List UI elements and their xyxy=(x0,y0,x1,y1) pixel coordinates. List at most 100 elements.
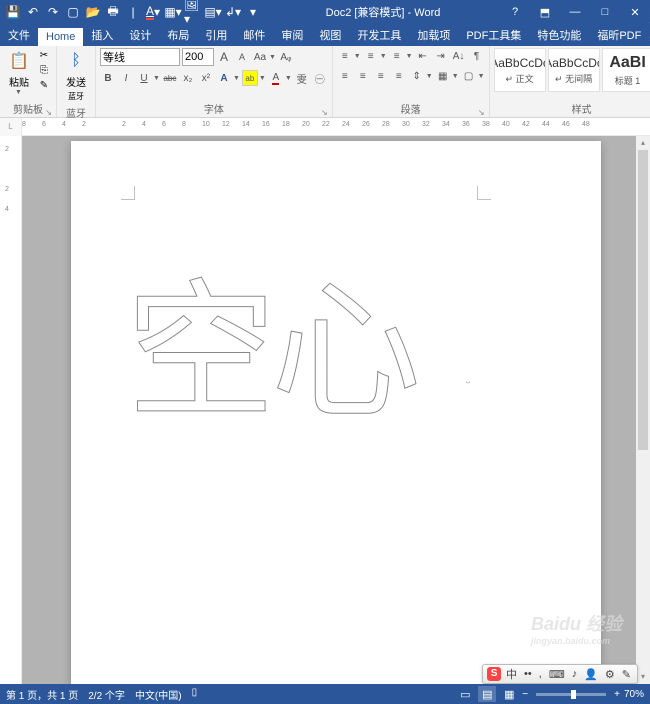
status-insert-mode[interactable]: ▯ xyxy=(192,687,198,702)
tab-mailings[interactable]: 邮件 xyxy=(235,24,273,46)
align-right-button[interactable]: ≡ xyxy=(373,68,389,84)
align-center-button[interactable]: ≡ xyxy=(355,68,371,84)
minimize-icon[interactable]: — xyxy=(560,0,590,24)
line-spacing-button[interactable]: ⇕ xyxy=(409,68,425,84)
scroll-thumb[interactable] xyxy=(638,150,648,450)
qat-more-icon[interactable]: ▾ xyxy=(244,3,262,21)
tab-references[interactable]: 引用 xyxy=(197,24,235,46)
text-effects-button[interactable]: A xyxy=(216,70,232,86)
zoom-handle[interactable] xyxy=(571,690,576,699)
scroll-up-icon[interactable]: ▴ xyxy=(636,136,650,150)
copy-button[interactable]: ⎘ xyxy=(36,63,52,77)
align-left-button[interactable]: ≡ xyxy=(337,68,353,84)
tab-developer[interactable]: 开发工具 xyxy=(349,24,409,46)
tab-layout[interactable]: 布局 xyxy=(159,24,197,46)
enclose-button[interactable]: ㊀ xyxy=(312,70,328,86)
strike-button[interactable]: abc xyxy=(162,70,178,86)
style-heading1[interactable]: AaBI标题 1 xyxy=(602,48,650,92)
redo-icon[interactable]: ↷ xyxy=(44,3,62,21)
zoom-slider[interactable] xyxy=(536,693,606,696)
ime-user-icon[interactable]: 👤 xyxy=(582,668,600,681)
page[interactable]: 空心 ˽ xyxy=(71,141,601,684)
underline-button[interactable]: U xyxy=(136,70,152,86)
qat-font-color-icon[interactable]: A▾ xyxy=(144,3,162,21)
qat-table-icon[interactable]: ▦▾ xyxy=(164,3,182,21)
help-icon[interactable]: ? xyxy=(500,0,530,24)
tab-insert[interactable]: 插入 xyxy=(83,24,121,46)
increase-indent-button[interactable]: ⇥ xyxy=(433,48,449,64)
shading-button[interactable]: ▦ xyxy=(435,68,451,84)
tab-view[interactable]: 视图 xyxy=(311,24,349,46)
save-icon[interactable]: 💾 xyxy=(4,3,22,21)
tab-review[interactable]: 审阅 xyxy=(273,24,311,46)
tab-foxit-pdf[interactable]: 福昕PDF xyxy=(589,24,649,46)
cut-button[interactable]: ✂ xyxy=(36,48,52,62)
sort-button[interactable]: A↓ xyxy=(451,48,467,64)
ime-comma[interactable]: , xyxy=(537,668,544,680)
decrease-indent-button[interactable]: ⇤ xyxy=(415,48,431,64)
subscript-button[interactable]: x₂ xyxy=(180,70,196,86)
dialog-launcher-icon[interactable]: ↘ xyxy=(45,108,52,117)
style-no-spacing[interactable]: AaBbCcDc↵ 无间隔 xyxy=(548,48,600,92)
zoom-out-button[interactable]: − xyxy=(522,689,528,700)
show-marks-button[interactable]: ¶ xyxy=(469,48,485,64)
status-language[interactable]: 中文(中国) xyxy=(135,687,182,702)
vertical-scrollbar[interactable]: ▴ ▾ xyxy=(636,136,650,684)
numbering-button[interactable]: ≡ xyxy=(363,48,379,64)
tab-home[interactable]: Home xyxy=(38,28,83,46)
ime-skin-icon[interactable]: ✎ xyxy=(620,668,633,681)
qat-wrap-icon[interactable]: ↲▾ xyxy=(224,3,242,21)
maximize-icon[interactable]: □ xyxy=(590,0,620,24)
superscript-button[interactable]: x² xyxy=(198,70,214,86)
tab-file[interactable]: 文件 xyxy=(0,24,38,46)
scroll-down-icon[interactable]: ▾ xyxy=(636,670,650,684)
multilevel-button[interactable]: ≡ xyxy=(389,48,405,64)
format-painter-button[interactable]: ✎ xyxy=(36,78,52,92)
tab-features[interactable]: 特色功能 xyxy=(529,24,589,46)
ime-keyboard-icon[interactable]: ⌨ xyxy=(547,668,567,681)
open-icon[interactable]: 📂 xyxy=(84,3,102,21)
view-read-icon[interactable]: ▭ xyxy=(456,686,474,702)
zoom-level[interactable]: 70% xyxy=(624,689,644,700)
ime-toolbar[interactable]: S 中 •• , ⌨ ♪ 👤 ⚙ ✎ xyxy=(482,664,638,684)
clear-format-button[interactable]: Aᵩ xyxy=(278,49,294,65)
bullets-button[interactable]: ≡ xyxy=(337,48,353,64)
ime-lang[interactable]: 中 xyxy=(504,666,519,682)
dialog-launcher-icon[interactable]: ↘ xyxy=(478,108,485,117)
zoom-in-button[interactable]: + xyxy=(614,689,620,700)
ime-settings-icon[interactable]: ⚙ xyxy=(603,668,617,681)
ruler-h-scale[interactable]: 8642246810121416182022242628303234363840… xyxy=(22,118,650,135)
dialog-launcher-icon[interactable]: ↘ xyxy=(321,108,328,117)
tab-design[interactable]: 设计 xyxy=(121,24,159,46)
sogou-logo-icon[interactable]: S xyxy=(487,667,501,681)
paste-button[interactable]: 📋 粘贴 ▼ xyxy=(4,48,34,98)
font-size-combo[interactable] xyxy=(182,48,214,66)
justify-button[interactable]: ≡ xyxy=(391,68,407,84)
highlight-button[interactable]: ab xyxy=(242,70,258,86)
tab-addins[interactable]: 加载项 xyxy=(409,24,458,46)
print-icon[interactable]: 🖶 xyxy=(104,3,122,21)
document-text[interactable]: 空心 xyxy=(126,231,416,448)
view-print-icon[interactable]: ▤ xyxy=(478,686,496,702)
document-viewport[interactable]: 空心 ˽ Baidu 经验 jingyan.baidu.com xyxy=(22,136,650,684)
ruler-vertical[interactable]: 224 xyxy=(0,136,22,684)
ime-voice-icon[interactable]: ♪ xyxy=(570,668,580,680)
view-web-icon[interactable]: ▦ xyxy=(500,686,518,702)
shrink-font-button[interactable]: A xyxy=(234,49,250,65)
bold-button[interactable]: B xyxy=(100,70,116,86)
status-word-count[interactable]: 2/2 个字 xyxy=(88,687,125,702)
grow-font-button[interactable]: A xyxy=(216,49,232,65)
new-doc-icon[interactable]: ▢ xyxy=(64,3,82,21)
qat-image-icon[interactable]: 🖼▾ xyxy=(184,3,202,21)
font-color-button[interactable]: A xyxy=(268,70,284,86)
qat-layout-icon[interactable]: ▤▾ xyxy=(204,3,222,21)
ribbon-display-options-icon[interactable]: ⬒ xyxy=(530,0,560,24)
phonetic-button[interactable]: 雯 xyxy=(294,70,310,86)
style-normal[interactable]: AaBbCcDc↵ 正文 xyxy=(494,48,546,92)
status-page[interactable]: 第 1 页，共 1 页 xyxy=(6,687,78,702)
close-icon[interactable]: ✕ xyxy=(620,0,650,24)
tab-pdf-tools[interactable]: PDF工具集 xyxy=(458,24,529,46)
undo-icon[interactable]: ↶ xyxy=(24,3,42,21)
bluetooth-send-button[interactable]: ᛒ 发送 蓝牙 xyxy=(61,48,91,104)
italic-button[interactable]: I xyxy=(118,70,134,86)
